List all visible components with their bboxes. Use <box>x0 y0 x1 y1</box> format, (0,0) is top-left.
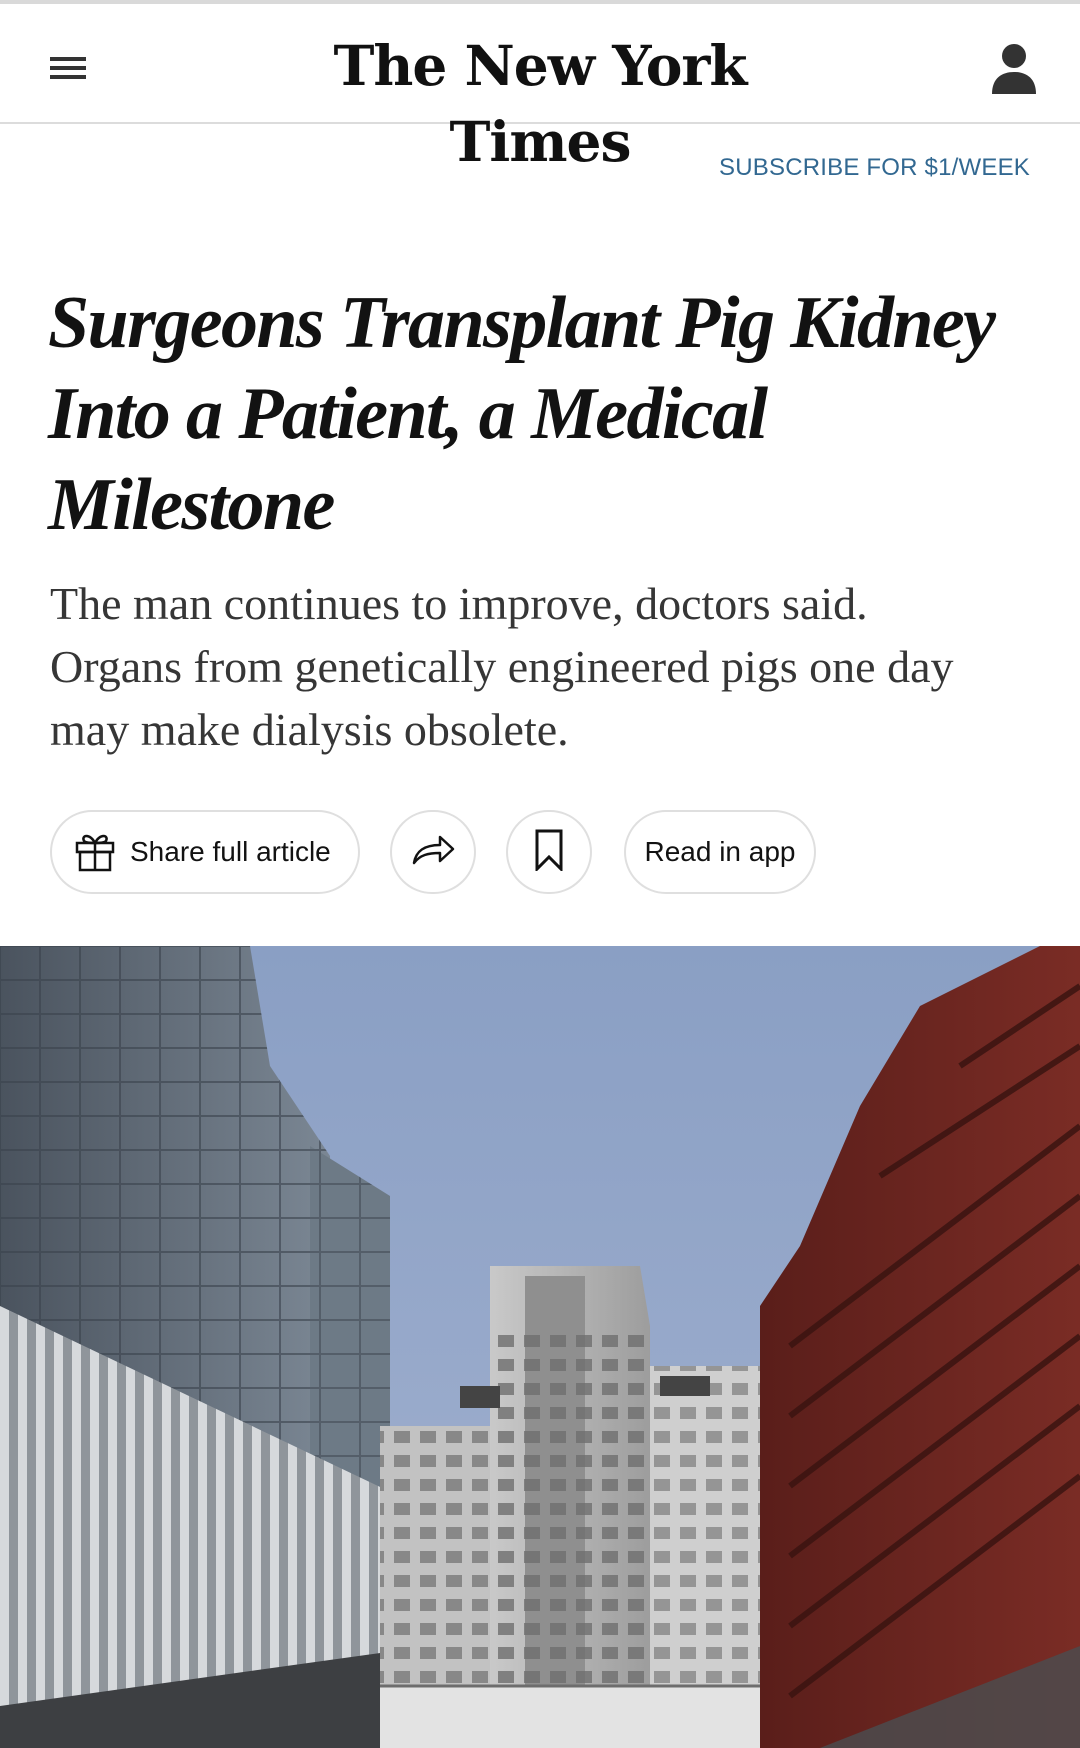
headline-line: Surgeons Transplant Pig Kidney <box>48 282 996 364</box>
read-in-app-label: Read in app <box>644 836 796 867</box>
nyt-logo[interactable]: The New York Times <box>240 28 840 174</box>
masthead: The New York Times <box>0 4 1080 174</box>
share-button[interactable] <box>390 810 476 894</box>
headline: Surgeons Transplant Pig Kidney Into a Pa… <box>48 278 1048 551</box>
gift-icon <box>72 827 118 878</box>
summary-line: may make dialysis obsolete. <box>50 704 569 755</box>
subscribe-link[interactable]: SUBSCRIBE FOR $1/WEEK <box>719 154 1030 182</box>
summary-line: The man continues to improve, doctors sa… <box>50 578 868 629</box>
headline-line: Milestone <box>48 464 335 546</box>
hero-image <box>0 946 1080 1748</box>
bookmark-icon <box>534 829 564 876</box>
read-in-app-button[interactable]: Read in app <box>624 810 816 894</box>
save-button[interactable] <box>506 810 592 894</box>
article-summary: The man continues to improve, doctors sa… <box>50 572 1050 761</box>
share-arrow-icon <box>410 833 456 872</box>
share-full-article-button[interactable]: Share full article <box>50 810 360 894</box>
article-actions: Share full article Read in app <box>50 810 1050 894</box>
hospital-buildings-photo <box>0 946 1080 1748</box>
menu-icon[interactable] <box>42 44 94 92</box>
summary-line: Organs from genetically engineered pigs … <box>50 641 954 692</box>
account-icon[interactable] <box>990 42 1038 96</box>
headline-line: Into a Patient, a Medical <box>48 373 768 455</box>
share-full-article-label: Share full article <box>130 836 331 867</box>
